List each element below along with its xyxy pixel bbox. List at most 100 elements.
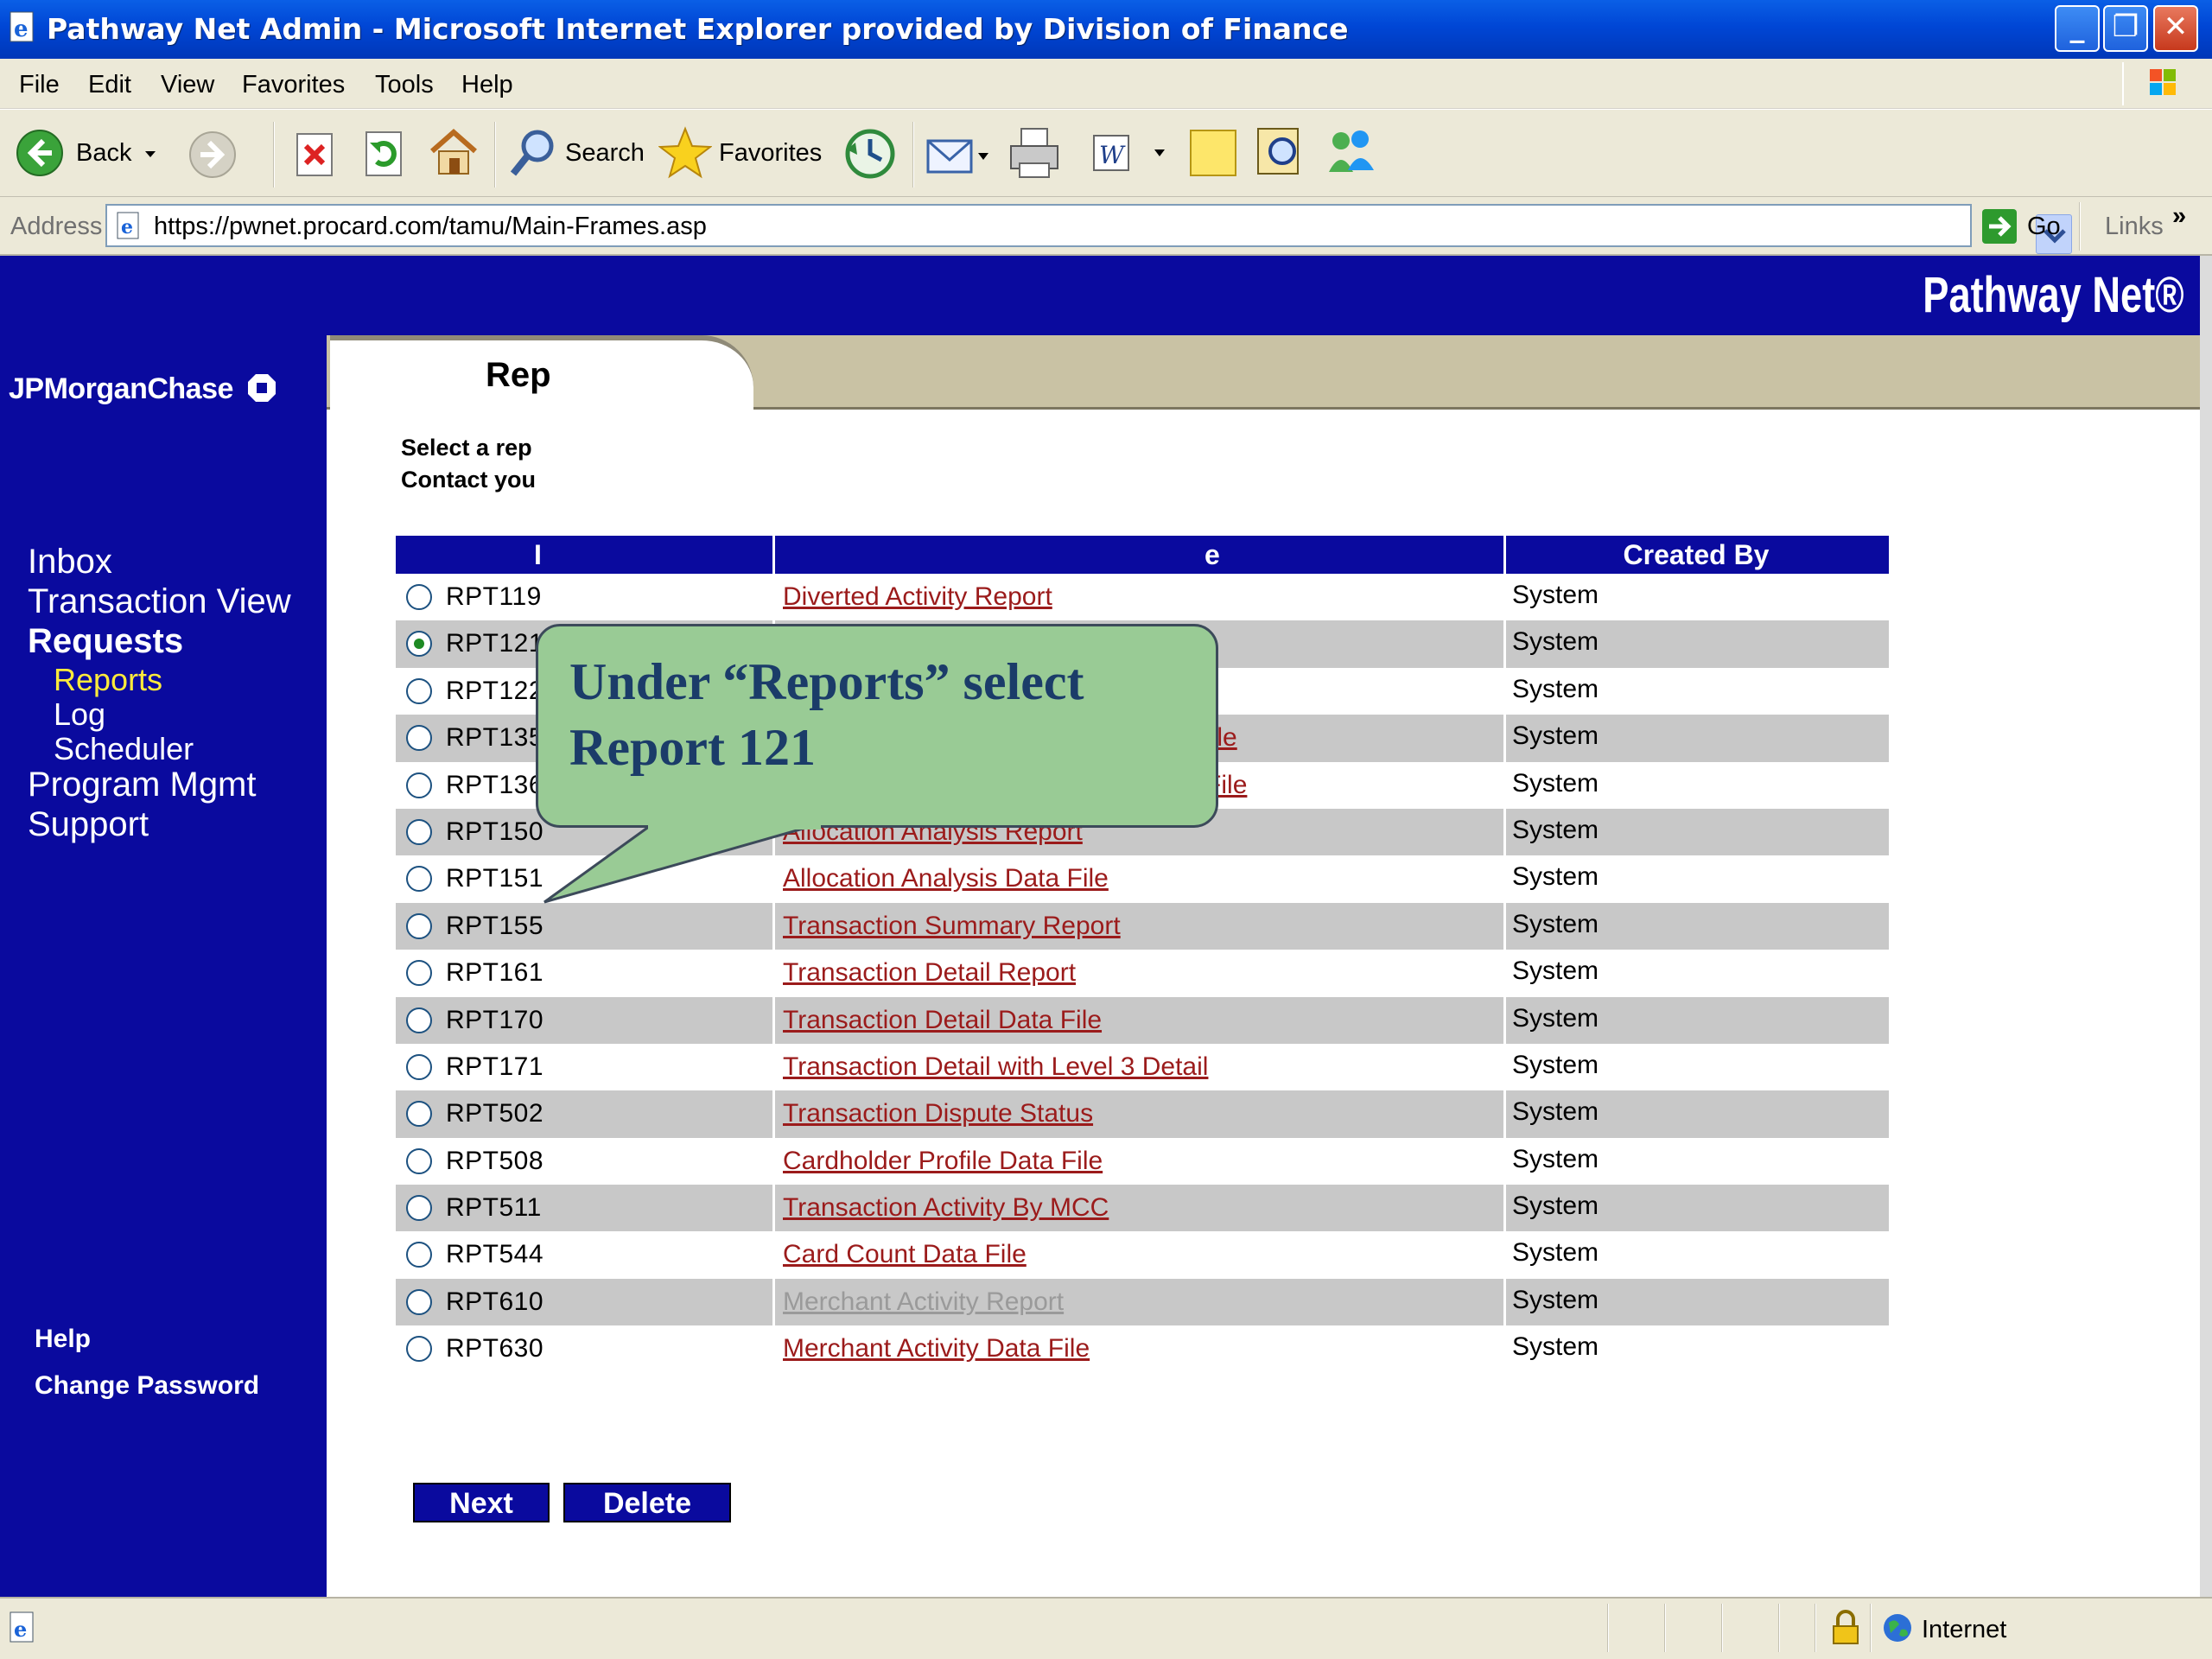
report-name-link: Merchant Activity Report	[783, 1287, 1065, 1316]
mail-icon[interactable]	[925, 129, 992, 181]
nav-requests[interactable]: Requests	[28, 620, 183, 662]
report-radio[interactable]	[406, 631, 432, 658]
notes-icon[interactable]	[1187, 127, 1239, 179]
nav-help[interactable]: Help	[35, 1322, 91, 1357]
report-radio[interactable]	[406, 584, 432, 610]
window-title: Pathway Net Admin - Microsoft Internet E…	[47, 12, 1349, 46]
cell-divider	[1503, 667, 1506, 715]
report-radio[interactable]	[406, 1195, 432, 1222]
tab-title: Rep	[486, 356, 551, 394]
nav-program-mgmt[interactable]: Program Mgmt	[28, 764, 257, 805]
browser-toolbar: Back Search Favorites W	[0, 109, 2212, 197]
header-id: I	[534, 539, 542, 570]
report-radio[interactable]	[406, 912, 432, 939]
report-created-by: System	[1512, 768, 1599, 798]
refresh-icon[interactable]	[361, 129, 410, 179]
menu-tools[interactable]: Tools	[375, 67, 434, 102]
nav-log[interactable]: Log	[54, 696, 105, 733]
delete-button[interactable]: Delete	[563, 1483, 731, 1522]
jpmorganchase-logo: JPMorganChase	[9, 370, 277, 408]
menu-file[interactable]: File	[19, 67, 60, 102]
cell-divider	[1503, 950, 1506, 997]
report-radio[interactable]	[406, 866, 432, 893]
report-radio[interactable]	[406, 818, 432, 845]
home-icon[interactable]	[427, 125, 480, 179]
nav-inbox[interactable]: Inbox	[28, 541, 112, 582]
report-name-link[interactable]: Transaction Detail Report	[783, 957, 1076, 989]
next-button[interactable]: Next	[413, 1483, 550, 1522]
report-radio[interactable]	[406, 1101, 432, 1128]
menu-view[interactable]: View	[161, 67, 214, 102]
header-banner: Pathway Net®	[0, 256, 2200, 335]
stop-icon[interactable]	[294, 130, 337, 179]
cell-divider	[1503, 996, 1506, 1044]
links-more-button[interactable]: »	[2172, 199, 2186, 233]
cell-divider	[772, 1278, 775, 1326]
table-row: RPT511 Transaction Activity By MCC System	[396, 1185, 1889, 1232]
history-icon[interactable]	[843, 127, 897, 181]
report-radio[interactable]	[406, 772, 432, 798]
report-name-link[interactable]: Card Count Data File	[783, 1238, 1027, 1271]
nav-transaction-view[interactable]: Transaction View	[28, 581, 291, 622]
print-icon[interactable]	[1007, 125, 1061, 181]
forward-icon[interactable]	[188, 130, 237, 179]
status-divider	[1815, 1604, 1816, 1652]
report-radio[interactable]	[406, 960, 432, 987]
report-radio[interactable]	[406, 725, 432, 752]
window-title-bar: e Pathway Net Admin - Microsoft Internet…	[0, 0, 2212, 59]
report-name-link[interactable]: Transaction Dispute Status	[783, 1097, 1093, 1130]
back-dropdown-icon[interactable]	[145, 151, 156, 157]
report-code: RPT119	[446, 582, 542, 611]
instructions-line-2: Contact you	[401, 467, 537, 493]
report-radio[interactable]	[406, 1336, 432, 1363]
menu-edit[interactable]: Edit	[88, 67, 131, 102]
messenger-icon[interactable]	[1322, 124, 1381, 181]
report-radio[interactable]	[406, 1242, 432, 1268]
favorites-button[interactable]: Favorites	[658, 125, 823, 181]
search-button[interactable]: Search	[508, 127, 645, 179]
minimize-button[interactable]: _	[2055, 5, 2100, 52]
report-code: RPT135	[446, 723, 544, 753]
search-icon	[510, 130, 554, 176]
research-icon[interactable]	[1253, 124, 1306, 181]
nav-scheduler[interactable]: Scheduler	[54, 731, 194, 767]
menu-bar: File Edit View Favorites Tools Help	[0, 59, 2212, 109]
table-header: I e Created By	[396, 536, 1889, 574]
menu-help[interactable]: Help	[461, 67, 513, 102]
search-label: Search	[565, 139, 645, 167]
report-radio[interactable]	[406, 1147, 432, 1174]
nav-reports[interactable]: Reports	[54, 662, 162, 698]
menu-favorites[interactable]: Favorites	[242, 67, 345, 102]
report-created-by: System	[1512, 1238, 1599, 1268]
nav-change-password[interactable]: Change Password	[35, 1369, 259, 1403]
report-radio[interactable]	[406, 1007, 432, 1033]
report-name-link[interactable]: Merchant Activity Data File	[783, 1332, 1090, 1365]
close-button[interactable]: ✕	[2153, 5, 2198, 52]
cell-divider	[1503, 855, 1506, 903]
links-label[interactable]: Links	[2105, 209, 2164, 244]
nav-support[interactable]: Support	[28, 804, 149, 845]
go-button[interactable]: Go	[1980, 206, 2067, 247]
back-button[interactable]: Back	[16, 129, 156, 177]
cell-divider	[1503, 761, 1506, 809]
report-radio[interactable]	[406, 1053, 432, 1080]
report-name-link[interactable]: Transaction Summary Report	[783, 910, 1121, 943]
report-name-link[interactable]: Transaction Detail Data File	[783, 1004, 1102, 1037]
report-radio[interactable]	[406, 677, 432, 704]
report-radio[interactable]	[406, 1288, 432, 1315]
report-code: RPT630	[446, 1334, 544, 1363]
edit-word-icon[interactable]: W	[1090, 132, 1168, 175]
restore-button[interactable]: ❐	[2103, 5, 2148, 52]
address-field[interactable]: e https://pwnet.procard.com/tamu/Main-Fr…	[105, 204, 2072, 254]
cell-divider	[1503, 1090, 1506, 1138]
cell-divider	[1503, 620, 1506, 668]
report-name-link[interactable]: Transaction Detail with Level 3 Detail	[783, 1051, 1208, 1084]
scrollbar-track[interactable]	[2200, 256, 2212, 1597]
report-name-link[interactable]: Cardholder Profile Data File	[783, 1145, 1103, 1178]
report-code: RPT155	[446, 911, 544, 940]
report-created-by: System	[1512, 1003, 1599, 1033]
go-arrow-icon	[1982, 209, 2017, 244]
cell-divider	[772, 1185, 775, 1232]
report-name-link[interactable]: Diverted Activity Report	[783, 581, 1052, 613]
report-name-link[interactable]: Transaction Activity By MCC	[783, 1192, 1109, 1224]
